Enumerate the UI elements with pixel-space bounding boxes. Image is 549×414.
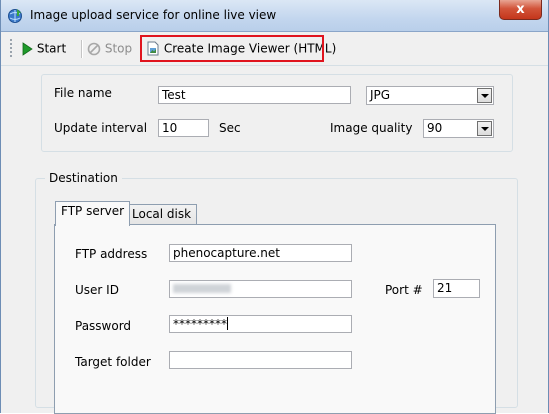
play-icon xyxy=(22,41,33,56)
port-input[interactable]: 21 xyxy=(433,279,480,298)
password-label: Password xyxy=(75,319,132,333)
tab-ftp-server[interactable]: FTP server xyxy=(55,201,131,226)
ftp-address-input[interactable]: phenocapture.net xyxy=(169,244,352,262)
format-select-value: JPG xyxy=(370,88,391,102)
title-bar[interactable]: Image upload service for online live vie… xyxy=(1,0,548,32)
target-folder-input[interactable] xyxy=(169,351,352,369)
chevron-down-icon[interactable] xyxy=(477,121,492,136)
port-label: Port # xyxy=(385,283,423,297)
redacted-user-id xyxy=(173,284,231,293)
file-name-input[interactable]: Test xyxy=(158,86,351,104)
start-button[interactable]: Start xyxy=(21,41,66,57)
image-quality-select-value: 90 xyxy=(427,121,443,135)
image-quality-label: Image quality xyxy=(330,121,413,135)
toolbar-separator xyxy=(81,40,83,58)
destination-legend: Destination xyxy=(45,171,122,185)
user-id-input[interactable] xyxy=(169,280,352,298)
toolbar-grip[interactable] xyxy=(10,39,12,57)
file-name-label: File name xyxy=(54,86,112,100)
close-button[interactable]: x xyxy=(499,0,542,20)
globe-upload-icon xyxy=(8,9,22,23)
update-interval-input[interactable]: 10 xyxy=(158,119,209,137)
image-quality-select[interactable]: 90 xyxy=(423,119,494,138)
password-input[interactable]: ********* xyxy=(169,315,352,333)
user-id-label: User ID xyxy=(75,283,119,297)
ftp-address-label: FTP address xyxy=(75,247,148,261)
target-folder-label: Target folder xyxy=(75,355,151,369)
tab-local-disk[interactable]: Local disk xyxy=(126,204,198,225)
chevron-down-icon[interactable] xyxy=(477,88,492,103)
update-interval-unit: Sec xyxy=(219,121,241,135)
stop-button[interactable]: Stop xyxy=(87,41,132,57)
text-caret xyxy=(227,317,228,330)
app-window: Image upload service for online live vie… xyxy=(0,0,549,414)
annotation-highlight-box xyxy=(140,35,324,62)
update-interval-label: Update interval xyxy=(54,121,148,135)
format-select[interactable]: JPG xyxy=(366,86,494,105)
password-value: ********* xyxy=(173,317,227,331)
window-title: Image upload service for online live vie… xyxy=(30,8,277,22)
stop-icon xyxy=(87,42,101,55)
stop-label: Stop xyxy=(104,41,133,56)
start-label: Start xyxy=(36,41,67,56)
